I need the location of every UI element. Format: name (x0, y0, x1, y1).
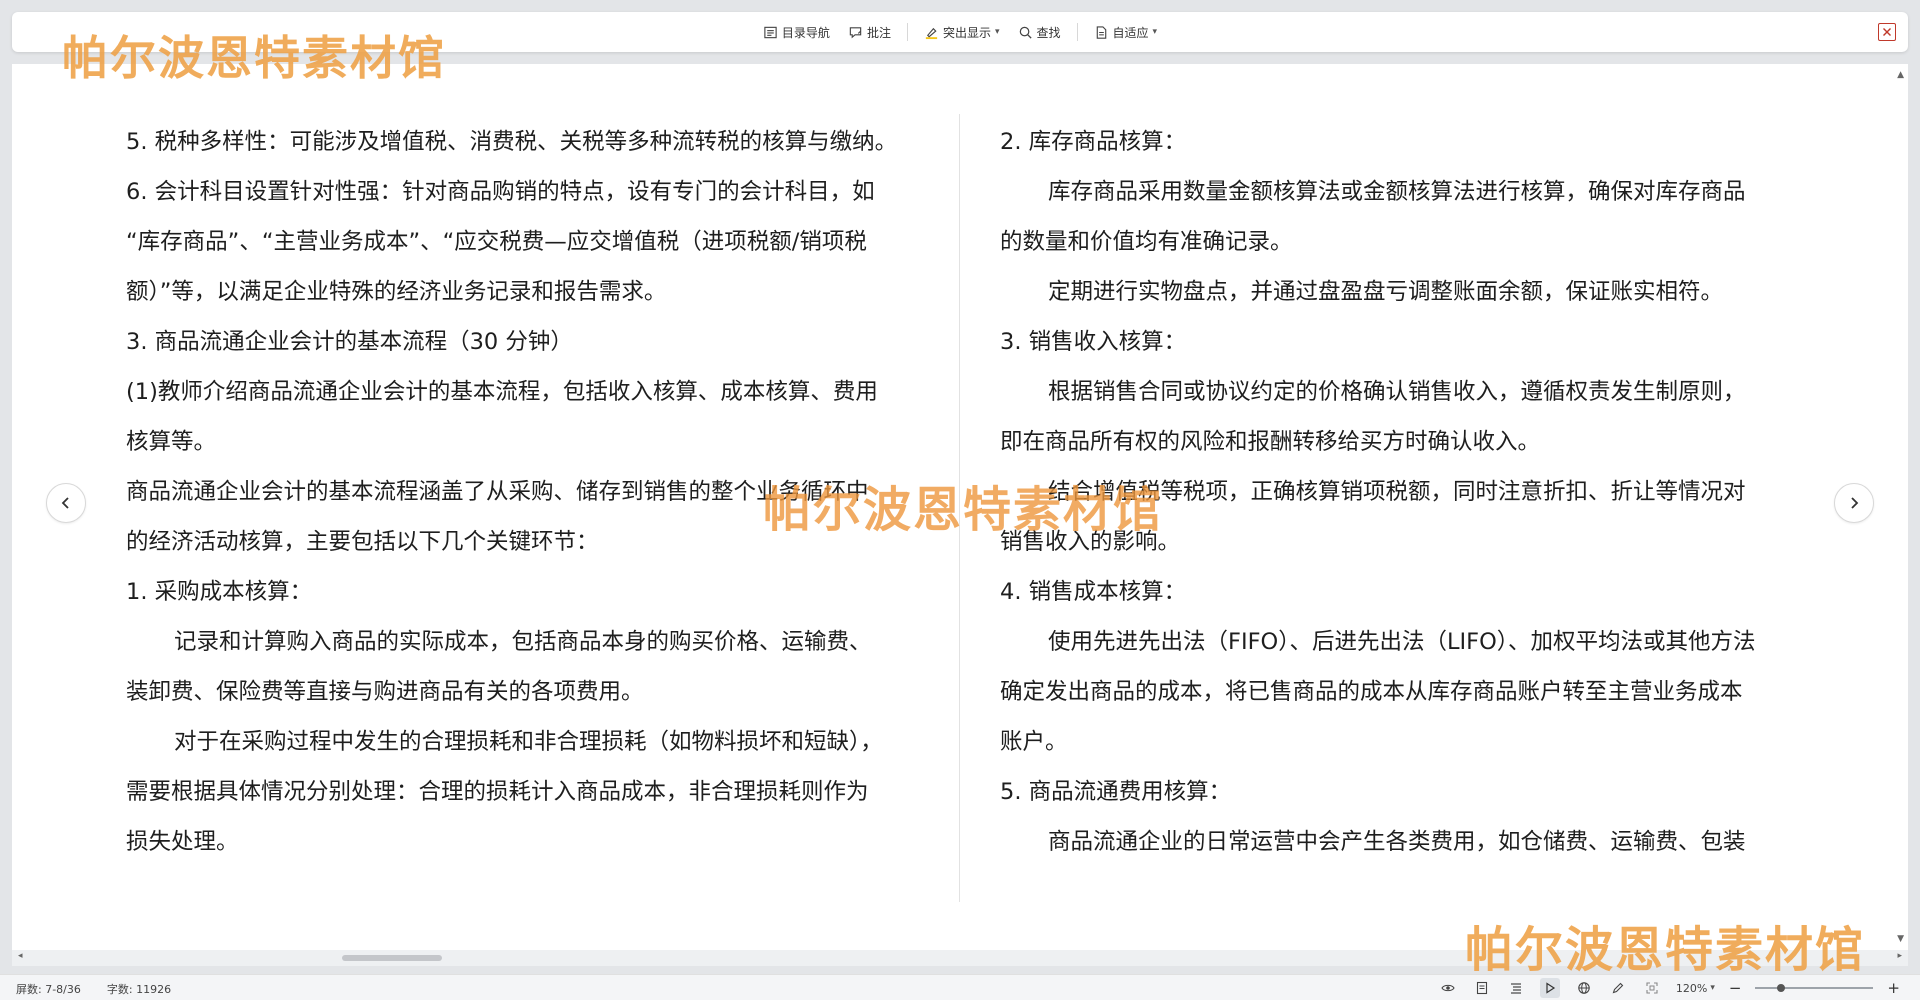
close-icon (1883, 28, 1891, 36)
zoom-level: 120% (1675, 981, 1708, 995)
document-line: (1)教师介绍商品流通企业会计的基本流程，包括收入核算、成本核算、费用 (126, 379, 878, 405)
document-line: 账户。 (1000, 729, 1068, 755)
chevron-right-icon (1851, 497, 1859, 509)
document-line: 5. 商品流通费用核算： (1000, 779, 1232, 805)
zoom-level-dropdown[interactable]: 120% ▾ (1676, 982, 1715, 995)
document-line: 对于在采购过程中发生的合理损耗和非合理损耗（如物料损坏和短缺）， (174, 729, 883, 755)
page-divider (959, 114, 960, 902)
toc-icon (764, 26, 777, 38)
chevron-down-icon: ▾ (994, 27, 1000, 37)
document-line: 6. 会计科目设置针对性强：针对商品购销的特点，设有专门的会计科目，如 (126, 179, 875, 205)
document-line: “库存商品”、“主营业务成本”、“应交税费—应交增值税（进项税额/销项税 (126, 229, 867, 255)
zoom-in-button[interactable]: + (1887, 981, 1900, 996)
eye-protection-button[interactable] (1438, 978, 1458, 998)
web-view-button[interactable] (1574, 978, 1594, 998)
document-line: 库存商品采用数量金额核算法或金额核算法进行核算，确保对库存商品 (1048, 179, 1746, 205)
document-line: 确定发出商品的成本，将已售商品的成本从库存商品账户转至主营业务成本 (1000, 679, 1743, 705)
document-line: 根据销售合同或协议约定的价格确认销售收入，遵循权责发生制原则， (1048, 379, 1746, 405)
page-info: 屏数: 7-8/36 (16, 983, 81, 996)
page-view-button[interactable] (1472, 978, 1492, 998)
zoom-slider[interactable] (1755, 981, 1874, 995)
document-line: 额）”等，以满足企业特殊的经济业务记录和报告需求。 (126, 279, 667, 305)
status-bar: 屏数: 7-8/36 字数: 11926 120% ▾ − + (0, 974, 1920, 1000)
close-button[interactable] (1878, 23, 1896, 41)
scrollbar-thumb[interactable] (342, 955, 442, 961)
document-line: 3. 商品流通企业会计的基本流程（30 分钟） (126, 329, 573, 355)
page-view-icon (1476, 981, 1487, 995)
comment-icon (849, 26, 862, 38)
document-line: 损失处理。 (126, 829, 239, 855)
chevron-left-icon (61, 497, 69, 509)
scroll-down-arrow[interactable]: ▼ (1897, 934, 1904, 944)
zoom-slider-track (1755, 987, 1874, 989)
toc-nav-label: 目录导航 (781, 25, 830, 40)
fit-page-label: 自适应 (1112, 25, 1149, 40)
globe-icon (1578, 982, 1590, 994)
reading-mode-button[interactable] (1539, 978, 1560, 998)
document-line: 装卸费、保险费等直接与购进商品有关的各项费用。 (126, 679, 644, 705)
document-line: 即在商品所有权的风险和报酬转移给买方时确认收入。 (1000, 429, 1541, 455)
scroll-left-arrow[interactable]: ◂ (18, 951, 23, 961)
search-icon (1019, 26, 1032, 39)
toolbar-divider (906, 23, 908, 41)
document-line: 结合增值税等税项，正确核算销项税额，同时注意折扣、折让等情况对 (1048, 479, 1746, 505)
toolbar-divider (1076, 23, 1078, 41)
word-count: 字数: 11926 (106, 983, 172, 996)
outline-view-button[interactable] (1506, 978, 1526, 998)
document-line: 核算等。 (126, 429, 217, 455)
document-line: 使用先进先出法（FIFO）、后进先出法（LIFO）、加权平均法或其他方法 (1048, 629, 1756, 655)
comment-button[interactable]: 批注 (842, 20, 897, 45)
find-button[interactable]: 查找 (1012, 20, 1067, 45)
zoom-slider-handle[interactable] (1777, 984, 1786, 992)
toc-nav-button[interactable]: 目录导航 (757, 20, 836, 45)
document-page: 5. 税种多样性：可能涉及增值税、消费税、关税等多种流转税的核算与缴纳。 6. 会… (12, 64, 1908, 950)
scroll-right-arrow[interactable]: ▸ (1897, 951, 1902, 961)
edit-mode-button[interactable] (1608, 978, 1628, 998)
highlighter-icon (925, 27, 938, 39)
document-line: 4. 销售成本核算： (1000, 579, 1187, 605)
highlight-button[interactable]: 突出显示 ▾ (918, 20, 1006, 45)
fit-page-button[interactable]: 自适应 ▾ (1088, 20, 1164, 45)
document-line: 2. 库存商品核算： (1000, 129, 1187, 155)
document-line: 定期进行实物盘点，并通过盘盈盘亏调整账面余额，保证账实相符。 (1048, 279, 1724, 305)
pen-icon (1612, 982, 1624, 994)
document-line: 商品流通企业的日常运营中会产生各类费用，如仓储费、运输费、包装 (1048, 829, 1746, 855)
next-page-button[interactable] (1834, 483, 1874, 523)
scroll-up-arrow[interactable]: ▲ (1897, 70, 1904, 80)
document-line: 1. 采购成本核算： (126, 579, 313, 605)
chevron-down-icon: ▾ (1152, 27, 1158, 37)
chevron-down-icon: ▾ (1710, 983, 1715, 993)
zoom-out-button[interactable]: − (1729, 981, 1742, 996)
horizontal-scrollbar[interactable]: ◂ ▸ (12, 950, 1908, 966)
right-page-column: 2. 库存商品核算： 库存商品采用数量金额核算法或金额核算法进行核算，确保对库存商… (1000, 117, 1808, 867)
outline-icon (1510, 983, 1521, 994)
eye-icon (1441, 984, 1455, 992)
play-icon (1546, 982, 1555, 994)
left-page-column: 5. 税种多样性：可能涉及增值税、消费税、关税等多种流转税的核算与缴纳。 6. 会… (126, 117, 926, 867)
document-line: 销售收入的影响。 (1000, 529, 1181, 555)
fullscreen-button[interactable] (1642, 978, 1662, 998)
document-fit-icon (1096, 25, 1106, 39)
document-line: 商品流通企业会计的基本流程涵盖了从采购、储存到销售的整个业务循环中 (126, 479, 869, 505)
document-line: 记录和计算购入商品的实际成本，包括商品本身的购买价格、运输费、 (174, 629, 872, 655)
document-line: 5. 税种多样性：可能涉及增值税、消费税、关税等多种流转税的核算与缴纳。 (126, 129, 898, 155)
top-toolbar: 目录导航 批注 突出显示 ▾ 查找 自适应 ▾ (12, 12, 1908, 52)
highlight-label: 突出显示 (942, 25, 991, 40)
fit-window-icon (1646, 982, 1658, 994)
document-line: 3. 销售收入核算： (1000, 329, 1187, 355)
document-line: 需要根据具体情况分别处理：合理的损耗计入商品成本，非合理损耗则作为 (126, 779, 869, 805)
document-line: 的经济活动核算，主要包括以下几个关键环节： (126, 529, 599, 555)
find-label: 查找 (1036, 25, 1061, 40)
previous-page-button[interactable] (46, 483, 86, 523)
document-line: 的数量和价值均有准确记录。 (1000, 229, 1293, 255)
comment-label: 批注 (866, 25, 891, 40)
